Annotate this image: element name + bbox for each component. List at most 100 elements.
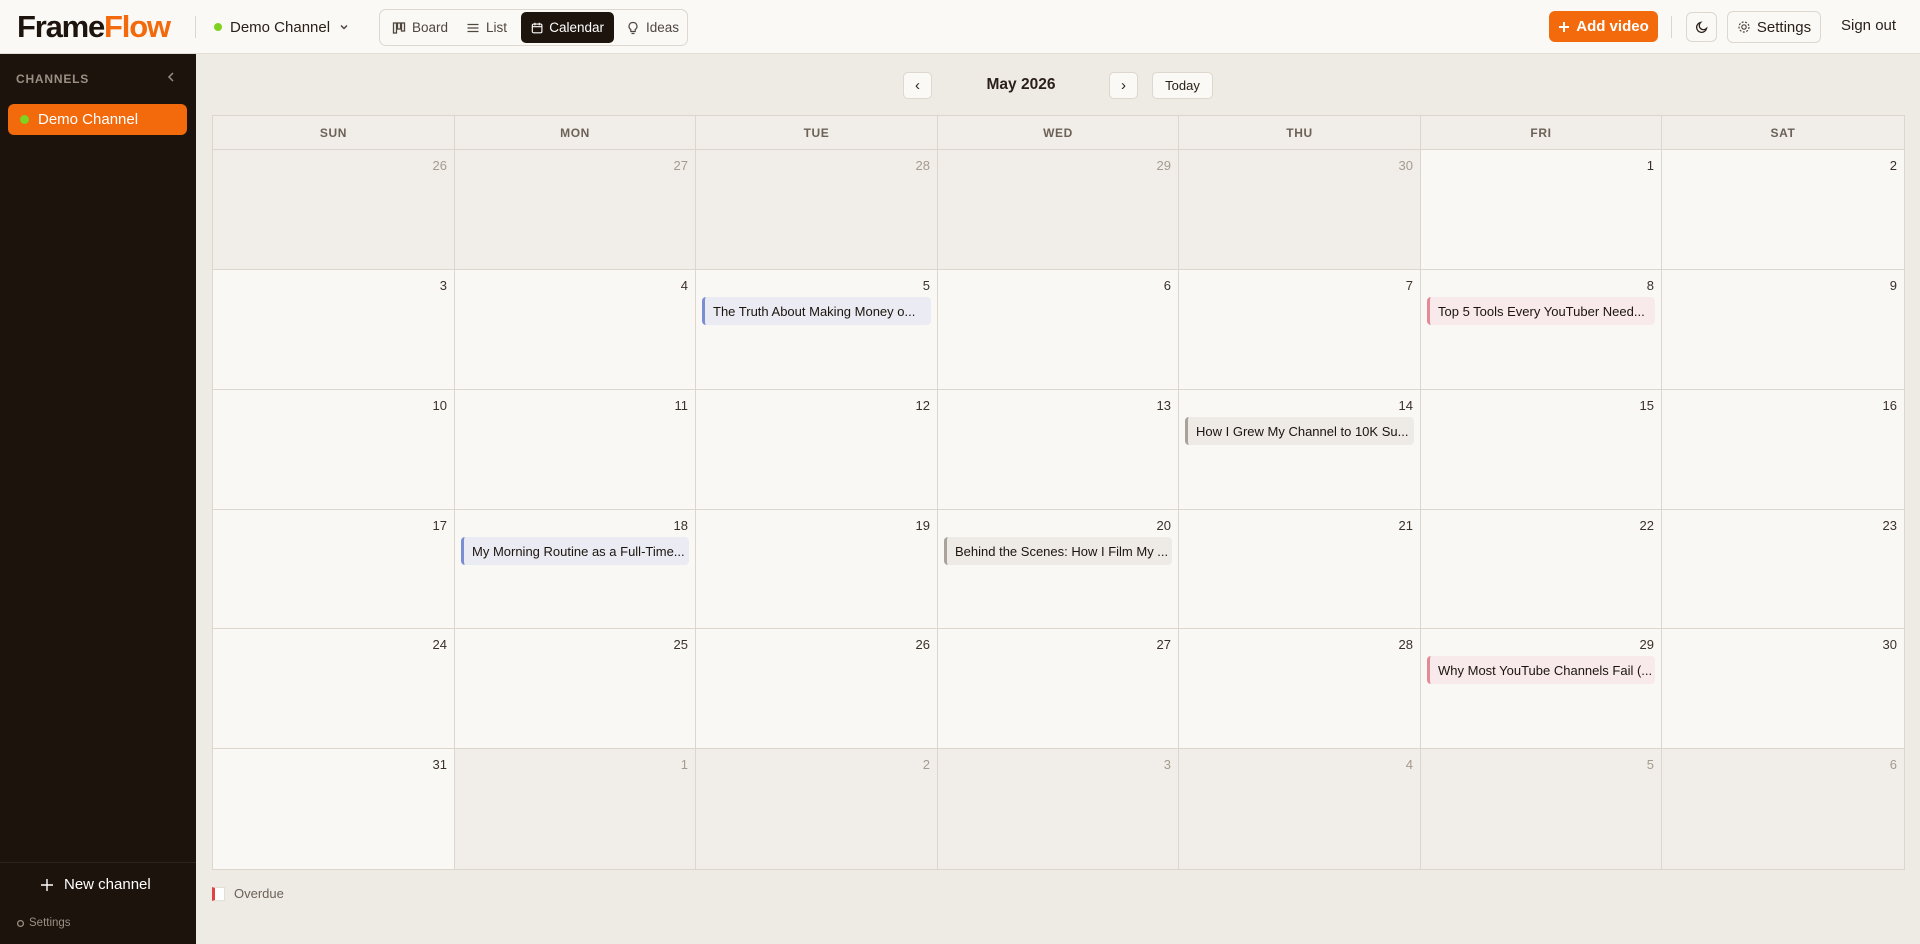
day-number: 6 — [1889, 757, 1897, 772]
next-month-button[interactable]: › — [1109, 72, 1138, 99]
tab-calendar[interactable]: Calendar — [521, 12, 614, 43]
day-number: 5 — [922, 278, 930, 293]
today-button[interactable]: Today — [1152, 72, 1213, 99]
sidebar-item-demo-channel[interactable]: Demo Channel — [8, 104, 187, 135]
day-number: 9 — [1889, 278, 1897, 293]
day-cell[interactable]: 25 — [455, 629, 695, 748]
channel-status-dot — [20, 115, 29, 124]
calendar-event[interactable]: Behind the Scenes: How I Film My ... — [944, 537, 1172, 565]
chevron-down-icon — [340, 24, 348, 30]
day-cell[interactable]: 27 — [938, 629, 1178, 748]
day-cell[interactable]: 3 — [938, 749, 1178, 869]
day-cell[interactable]: 31 — [213, 749, 454, 869]
day-cell[interactable]: 7 — [1179, 270, 1420, 389]
day-cell[interactable]: 4 — [1179, 749, 1420, 869]
day-cell[interactable]: 6 — [938, 270, 1178, 389]
day-number: 30 — [1398, 158, 1413, 173]
day-cell[interactable]: 17 — [213, 510, 454, 628]
collapse-sidebar-icon[interactable] — [165, 70, 177, 84]
header-divider — [195, 16, 196, 38]
day-cell[interactable]: 10 — [213, 390, 454, 509]
weekday-sun: SUN — [213, 116, 454, 149]
calendar-grid: SUN MON TUE WED THU FRI SAT 26 27 28 29 30 1 2 3 4 5 The… — [212, 115, 1905, 870]
weekday-tue: TUE — [696, 116, 937, 149]
day-cell[interactable]: 29 — [938, 150, 1178, 269]
calendar-event[interactable]: Top 5 Tools Every YouTuber Need... — [1427, 297, 1655, 325]
moon-icon — [1695, 21, 1708, 34]
day-cell[interactable]: 30 — [1662, 629, 1904, 748]
legend-label: Overdue — [234, 886, 284, 901]
day-number: 18 — [673, 518, 688, 533]
day-cell[interactable]: 22 — [1421, 510, 1661, 628]
app-logo[interactable]: FrameFlow — [17, 10, 171, 44]
day-cell[interactable]: 28 — [696, 150, 937, 269]
day-cell[interactable]: 6 — [1662, 749, 1904, 869]
plus-icon — [41, 878, 53, 891]
day-cell[interactable]: 28 — [1179, 629, 1420, 748]
day-cell[interactable]: 5 The Truth About Making Money o... — [696, 270, 937, 389]
day-cell[interactable]: 2 — [1662, 150, 1904, 269]
day-cell[interactable]: 20 Behind the Scenes: How I Film My ... — [938, 510, 1178, 628]
weekday-wed: WED — [938, 116, 1178, 149]
day-cell[interactable]: 21 — [1179, 510, 1420, 628]
day-number: 1 — [1646, 158, 1654, 173]
new-channel-button[interactable]: New channel — [40, 876, 151, 893]
day-cell[interactable]: 12 — [696, 390, 937, 509]
day-number: 23 — [1882, 518, 1897, 533]
day-cell[interactable]: 29 Why Most YouTube Channels Fail (... — [1421, 629, 1661, 748]
tab-list[interactable]: List — [456, 12, 517, 43]
calendar-event[interactable]: My Morning Routine as a Full-Time... — [461, 537, 689, 565]
sidebar-divider — [0, 862, 196, 863]
day-cell[interactable]: 5 — [1421, 749, 1661, 869]
day-number: 28 — [915, 158, 930, 173]
plus-icon — [1559, 21, 1570, 32]
day-number: 22 — [1639, 518, 1654, 533]
day-number: 3 — [439, 278, 447, 293]
day-cell[interactable]: 16 — [1662, 390, 1904, 509]
day-number: 19 — [915, 518, 930, 533]
day-number: 28 — [1398, 637, 1413, 652]
day-cell[interactable]: 2 — [696, 749, 937, 869]
theme-toggle-button[interactable] — [1686, 12, 1717, 42]
day-cell[interactable]: 8 Top 5 Tools Every YouTuber Need... — [1421, 270, 1661, 389]
day-cell[interactable]: 4 — [455, 270, 695, 389]
day-cell[interactable]: 26 — [213, 150, 454, 269]
calendar-event[interactable]: How I Grew My Channel to 10K Su... — [1185, 417, 1414, 445]
day-cell[interactable]: 18 My Morning Routine as a Full-Time... — [455, 510, 695, 628]
day-cell[interactable]: 30 — [1179, 150, 1420, 269]
sidebar-item-label: Demo Channel — [38, 111, 139, 128]
day-cell[interactable]: 23 — [1662, 510, 1904, 628]
weekday-header: SUN MON TUE WED THU FRI SAT — [213, 116, 1904, 149]
day-cell[interactable]: 27 — [455, 150, 695, 269]
channel-selector[interactable]: Demo Channel — [214, 15, 350, 39]
day-cell[interactable]: 15 — [1421, 390, 1661, 509]
day-cell[interactable]: 13 — [938, 390, 1178, 509]
day-cell[interactable]: 19 — [696, 510, 937, 628]
add-video-label: Add video — [1576, 18, 1649, 35]
day-cell[interactable]: 26 — [696, 629, 937, 748]
day-number: 15 — [1639, 398, 1654, 413]
tab-ideas[interactable]: Ideas — [616, 12, 689, 43]
sign-out-link[interactable]: Sign out — [1841, 17, 1896, 34]
day-number: 26 — [915, 637, 930, 652]
tab-board-label: Board — [412, 20, 449, 35]
day-number: 29 — [1156, 158, 1171, 173]
overdue-swatch — [212, 886, 225, 901]
day-cell[interactable]: 3 — [213, 270, 454, 389]
day-cell[interactable]: 9 — [1662, 270, 1904, 389]
calendar-event[interactable]: Why Most YouTube Channels Fail (... — [1427, 656, 1655, 684]
add-video-button[interactable]: Add video — [1549, 11, 1658, 42]
day-cell[interactable]: 1 — [455, 749, 695, 869]
sidebar-settings-link[interactable]: Settings — [16, 917, 71, 929]
day-number: 26 — [432, 158, 447, 173]
settings-button[interactable]: Settings — [1727, 11, 1821, 43]
calendar-event[interactable]: The Truth About Making Money o... — [702, 297, 931, 325]
day-cell[interactable]: 24 — [213, 629, 454, 748]
day-cell[interactable]: 14 How I Grew My Channel to 10K Su... — [1179, 390, 1420, 509]
day-cell[interactable]: 1 — [1421, 150, 1661, 269]
sidebar-settings-label: Settings — [29, 917, 71, 929]
tab-board[interactable]: Board — [382, 12, 458, 43]
prev-month-button[interactable]: ‹ — [903, 72, 932, 99]
day-cell[interactable]: 11 — [455, 390, 695, 509]
board-icon — [392, 21, 406, 34]
